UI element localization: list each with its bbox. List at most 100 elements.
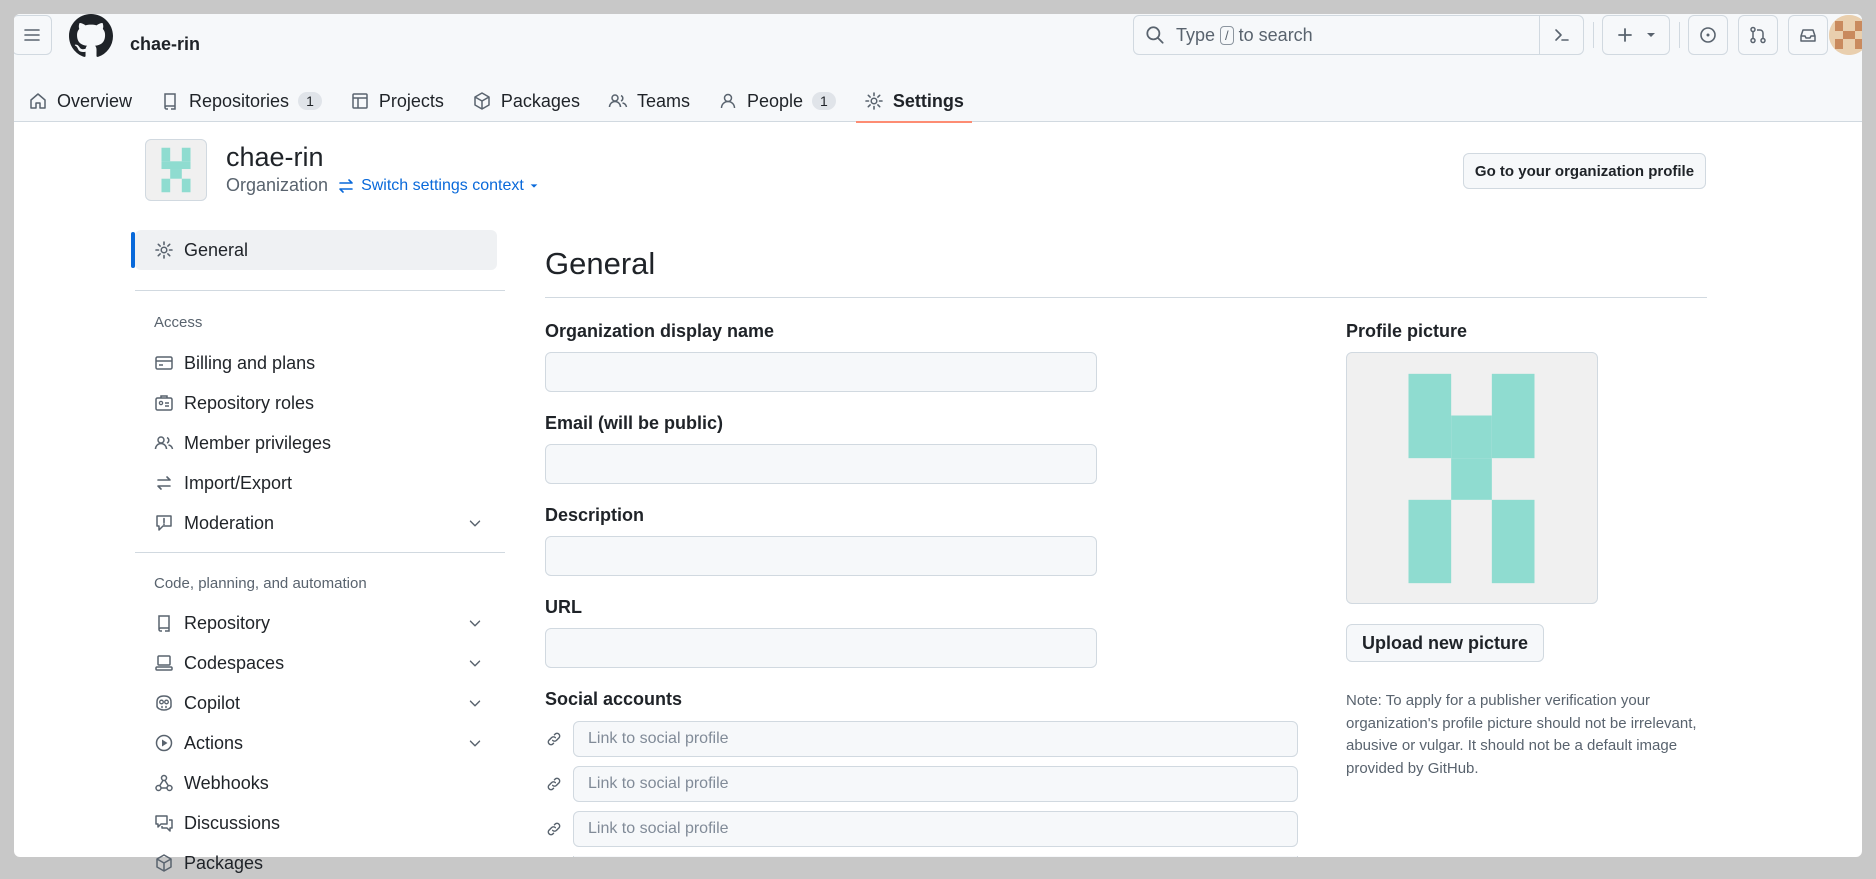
page-title: General — [545, 246, 656, 281]
sidebar-item-import-export[interactable]: Import/Export — [154, 467, 484, 499]
tab-teams[interactable]: Teams — [594, 80, 704, 122]
codespaces-icon — [155, 655, 173, 671]
pull-requests-button[interactable] — [1738, 15, 1778, 55]
sidebar-divider — [135, 290, 505, 291]
arrow-switch-icon — [157, 476, 171, 490]
repositories-count-badge: 1 — [298, 92, 322, 110]
org-title: chae-rin — [226, 142, 324, 172]
display-name-input[interactable] — [545, 352, 1097, 392]
search-placeholder-suffix: to search — [1238, 24, 1313, 45]
sidebar-item-moderation[interactable]: Moderation — [154, 507, 484, 539]
sidebar-item-label: Billing and plans — [184, 352, 316, 373]
tab-label: Settings — [892, 90, 964, 111]
chevron-down-icon — [469, 620, 481, 627]
gear-icon — [865, 92, 883, 110]
sidebar-item-label: General — [184, 239, 249, 260]
id-badge-icon — [155, 395, 173, 411]
repo-icon — [164, 93, 176, 110]
sidebar-item-repository-roles[interactable]: Repository roles — [154, 387, 484, 419]
play-icon — [155, 734, 173, 752]
social-profile-input[interactable]: Link to social profile — [573, 721, 1298, 757]
sidebar-item-label: Codespaces — [184, 652, 285, 673]
people-icon — [154, 436, 174, 450]
social-account-row: Link to social profile — [545, 811, 1302, 847]
search-placeholder-prefix: Type — [1176, 24, 1216, 45]
inbox-button[interactable] — [1788, 15, 1828, 55]
create-new-button[interactable] — [1602, 15, 1670, 55]
plus-icon — [1618, 28, 1632, 42]
display-name-label: Organization display name — [545, 321, 775, 341]
sidebar-item-label: Actions — [184, 732, 244, 753]
profile-picture-label: Profile picture — [1346, 321, 1468, 341]
link-icon — [547, 777, 561, 791]
tab-projects[interactable]: Projects — [336, 80, 458, 122]
sidebar-item-discussions[interactable]: Discussions — [154, 807, 484, 839]
divider — [1679, 22, 1680, 48]
header: chae-rin Type / to search Overview Repos… — [14, 14, 1862, 123]
tab-people[interactable]: People 1 — [704, 80, 850, 122]
description-input[interactable] — [545, 536, 1097, 576]
sidebar-item-webhooks[interactable]: Webhooks — [154, 767, 484, 799]
upload-new-picture-button[interactable]: Upload new picture — [1346, 624, 1544, 662]
sidebar-item-label: Moderation — [184, 512, 275, 533]
search-input[interactable]: Type / to search — [1133, 15, 1584, 55]
sidebar-item-label: Import/Export — [184, 472, 293, 493]
link-icon — [547, 822, 561, 836]
caret-down-icon — [1647, 33, 1655, 37]
sidebar-item-codespaces[interactable]: Codespaces — [154, 647, 484, 679]
issues-button[interactable] — [1688, 15, 1728, 55]
package-icon — [156, 854, 172, 872]
table-icon — [352, 93, 368, 109]
sidebar-item-repository[interactable]: Repository — [154, 607, 484, 639]
sidebar-heading-access: Access — [154, 314, 203, 331]
webhook-icon — [155, 774, 173, 792]
people-count-badge: 1 — [812, 92, 836, 110]
search-icon — [1146, 26, 1164, 44]
tab-label: Repositories — [189, 90, 290, 111]
sidebar-item-label: Discussions — [184, 812, 281, 833]
tab-repositories[interactable]: Repositories 1 — [146, 80, 336, 122]
go-to-org-profile-button[interactable]: Go to your organization profile — [1463, 153, 1706, 189]
sidebar-item-label: Member privileges — [184, 432, 332, 453]
arrow-switch-icon — [339, 178, 353, 193]
tab-packages[interactable]: Packages — [458, 80, 594, 122]
social-profile-input[interactable]: Link to social profile — [573, 766, 1298, 802]
tab-label: Packages — [500, 90, 580, 111]
org-avatar[interactable] — [145, 139, 207, 201]
tab-label: People — [746, 90, 804, 111]
social-accounts-label: Social accounts — [545, 689, 683, 709]
tab-settings[interactable]: Settings — [850, 80, 978, 123]
email-label: Email (will be public) — [545, 413, 724, 433]
url-label: URL — [545, 597, 582, 617]
sidebar-item-billing[interactable]: Billing and plans — [154, 347, 484, 379]
sidebar-item-general-content[interactable]: General — [154, 234, 484, 266]
org-subtitle: Organization Switch settings context — [226, 175, 539, 196]
sidebar-item-copilot[interactable]: Copilot — [154, 687, 484, 719]
caret-down-icon — [530, 183, 538, 188]
github-logo-icon[interactable] — [69, 14, 113, 58]
email-input[interactable] — [545, 444, 1097, 484]
tab-label: Teams — [636, 90, 690, 111]
package-icon — [474, 92, 490, 110]
tab-label: Overview — [57, 90, 133, 111]
sidebar-item-actions[interactable]: Actions — [154, 727, 484, 759]
social-account-row-partial — [545, 856, 1302, 857]
active-indicator — [131, 232, 135, 268]
search-shortcut-key: / — [1220, 25, 1234, 45]
sidebar-item-packages[interactable]: Packages — [154, 847, 484, 879]
user-avatar[interactable] — [1829, 15, 1862, 55]
social-profile-input[interactable]: Link to social profile — [573, 811, 1298, 847]
command-palette-button[interactable] — [1539, 16, 1583, 54]
switch-settings-context-link[interactable]: Switch settings context — [336, 176, 539, 196]
sidebar-item-member-privileges[interactable]: Member privileges — [154, 427, 484, 459]
url-input[interactable] — [545, 628, 1097, 668]
tab-overview[interactable]: Overview — [14, 80, 146, 122]
person-icon — [720, 93, 736, 109]
sidebar-item-label: Repository — [184, 612, 271, 633]
profile-picture-note: Note: To apply for a publisher verificat… — [1346, 692, 1697, 777]
menu-button[interactable] — [14, 15, 52, 55]
org-name-topbar[interactable]: chae-rin — [130, 34, 200, 55]
credit-card-icon — [155, 356, 173, 370]
social-profile-input[interactable] — [573, 856, 1298, 857]
terminal-icon — [1554, 29, 1569, 41]
